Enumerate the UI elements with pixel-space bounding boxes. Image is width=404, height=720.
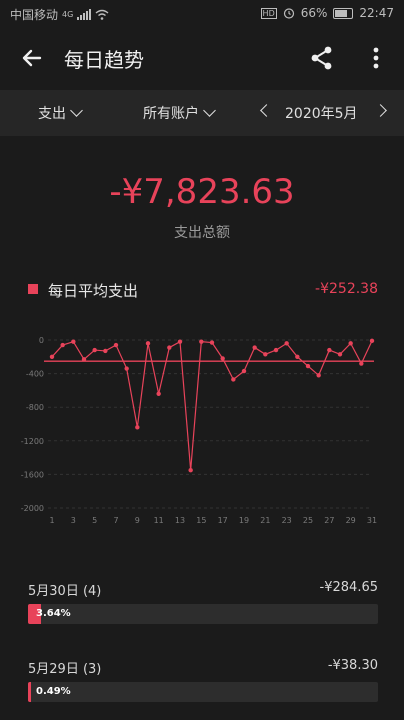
wifi-icon xyxy=(95,9,109,20)
data-point xyxy=(241,368,247,374)
item-date: 5月29日 (3) xyxy=(28,662,102,677)
data-point xyxy=(124,366,129,371)
x-tick-label: 31 xyxy=(367,516,377,525)
x-tick-label: 19 xyxy=(239,516,249,525)
data-point xyxy=(135,425,140,430)
x-tick-label: 17 xyxy=(218,516,228,525)
data-point xyxy=(295,354,300,359)
x-tick-label: 23 xyxy=(282,516,292,525)
clock: 22:47 xyxy=(359,6,394,20)
network-type: 4G xyxy=(62,10,74,19)
battery-icon xyxy=(333,7,354,19)
item-progress-bar: 0.49% xyxy=(28,682,378,702)
data-point xyxy=(209,340,215,345)
data-point xyxy=(156,391,161,396)
data-point xyxy=(71,339,76,344)
status-bar: 中国移动 4G HD 66% 22:47 xyxy=(0,0,404,28)
item-progress-bar: 3.64% xyxy=(28,604,378,624)
data-point xyxy=(316,373,321,378)
back-arrow-icon[interactable] xyxy=(18,44,46,72)
type-filter[interactable]: 支出 xyxy=(38,103,83,123)
y-tick-label: -1200 xyxy=(21,437,44,446)
item-percent: 3.64% xyxy=(36,608,71,619)
more-vert-icon[interactable] xyxy=(364,44,388,72)
signal-icon xyxy=(77,9,92,20)
carrier-name: 中国移动 xyxy=(10,8,59,22)
share-icon[interactable] xyxy=(308,44,336,72)
x-tick-label: 3 xyxy=(71,516,76,525)
x-tick-label: 21 xyxy=(260,516,270,525)
data-point xyxy=(231,377,236,382)
total-label: 支出总额 xyxy=(174,225,230,241)
x-tick-label: 11 xyxy=(154,516,164,525)
next-month-icon[interactable] xyxy=(374,104,387,117)
x-tick-label: 25 xyxy=(303,516,313,525)
item-amount: -¥38.30 xyxy=(327,658,378,673)
data-point xyxy=(284,341,289,346)
item-progress-fill xyxy=(28,682,31,702)
data-point xyxy=(145,341,151,346)
page-title: 每日趋势 xyxy=(64,48,144,72)
chevron-down-icon xyxy=(70,104,83,117)
average-row: 每日平均支出 -¥252.38 xyxy=(28,280,378,302)
data-point xyxy=(177,339,183,344)
x-tick-label: 9 xyxy=(135,516,140,525)
total-amount: -¥7,823.63 xyxy=(109,172,295,212)
series-line xyxy=(51,340,373,471)
alarm-icon xyxy=(283,8,294,19)
data-point xyxy=(167,345,172,350)
x-tick-label: 13 xyxy=(175,516,185,525)
average-value: -¥252.38 xyxy=(315,281,378,297)
data-point xyxy=(348,341,353,346)
battery-percent: 66% xyxy=(300,6,328,20)
daily-trend-chart: -2000-1600-1200-800-40001 3 5 7 9 11 13 15 17 19 2… xyxy=(21,336,377,525)
average-label: 每日平均支出 xyxy=(48,282,139,300)
x-tick-label: 1 xyxy=(49,516,54,525)
data-point xyxy=(199,339,204,344)
data-point xyxy=(327,347,332,353)
data-point xyxy=(273,347,279,353)
data-point xyxy=(188,468,193,473)
legend-square xyxy=(28,284,38,294)
account-filter-label: 所有账户 xyxy=(143,106,199,122)
data-point xyxy=(220,356,225,361)
x-tick-label: 5 xyxy=(92,516,97,525)
y-tick-label: -1600 xyxy=(21,470,44,479)
previous-month-icon[interactable] xyxy=(260,104,273,117)
y-tick-label: -400 xyxy=(26,370,44,379)
data-point xyxy=(92,347,97,353)
y-tick-label: -800 xyxy=(26,403,44,412)
item-amount: -¥284.65 xyxy=(319,580,378,595)
app-bar: 每日趋势 xyxy=(0,28,404,90)
hd-icon: HD xyxy=(260,7,277,19)
x-tick-label: 27 xyxy=(324,516,334,525)
data-point xyxy=(103,348,108,354)
data-point xyxy=(252,345,257,350)
x-tick-label: 29 xyxy=(346,516,356,525)
data-point xyxy=(49,354,55,359)
x-tick-label: 15 xyxy=(196,516,206,525)
y-tick-label: -2000 xyxy=(21,504,44,513)
x-tick-label: 7 xyxy=(113,516,118,525)
data-point xyxy=(337,352,343,357)
data-point xyxy=(113,342,119,348)
data-point xyxy=(359,361,364,366)
filter-bar: 支出 所有账户 2020年5月 xyxy=(0,90,404,136)
chevron-down-icon xyxy=(203,104,216,117)
data-point xyxy=(369,338,375,344)
type-filter-label: 支出 xyxy=(38,106,66,122)
data-point xyxy=(305,363,311,369)
item-percent: 0.49% xyxy=(36,686,71,697)
item-date: 5月30日 (4) xyxy=(28,584,102,599)
y-tick-label: 0 xyxy=(39,336,44,345)
account-filter[interactable]: 所有账户 xyxy=(143,103,216,123)
month-label: 2020年5月 xyxy=(285,106,358,122)
data-point xyxy=(263,352,268,357)
data-point xyxy=(81,357,87,362)
data-point xyxy=(60,342,65,348)
